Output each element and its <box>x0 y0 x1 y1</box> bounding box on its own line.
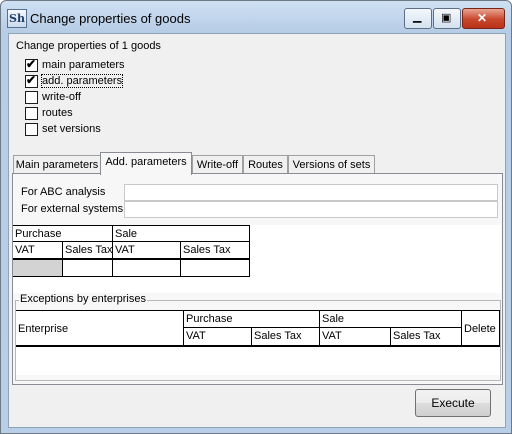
column-header-vat[interactable]: VAT <box>320 328 391 347</box>
check-icon: ✔ <box>26 57 37 71</box>
title-bar[interactable]: Sh Change properties of goods ▁ ▣ ✕ <box>1 1 511 35</box>
column-group-purchase: Purchase <box>13 225 113 242</box>
table-cell[interactable] <box>181 260 250 277</box>
column-header-sales-tax[interactable]: Sales Tax <box>63 242 113 260</box>
column-header-sales-tax[interactable]: Sales Tax <box>181 242 250 260</box>
field-label-external: For external systems <box>21 203 124 215</box>
checkbox-write-off[interactable] <box>25 91 38 104</box>
close-icon: ✕ <box>477 11 488 25</box>
checkbox-add-parameters[interactable]: ✔ <box>25 73 38 88</box>
checkbox-label: add. parameters <box>40 74 124 88</box>
column-header-enterprise[interactable]: Enterprise <box>16 310 184 347</box>
add-parameters-panel: For ABC analysis For external systems Pu… <box>12 173 503 385</box>
tab-main-parameters[interactable]: Main parameters <box>13 155 101 174</box>
exceptions-table[interactable]: Enterprise Purchase Sale Delete VAT Sale… <box>16 310 500 375</box>
column-header-vat[interactable]: VAT <box>13 242 63 260</box>
field-label-abc: For ABC analysis <box>21 186 106 198</box>
column-header-vat[interactable]: VAT <box>184 328 252 347</box>
checkbox-set-versions[interactable] <box>25 123 38 136</box>
table-cell[interactable] <box>13 260 63 277</box>
groupbox-title: Exceptions by enterprises <box>19 293 147 305</box>
column-header-sales-tax[interactable]: Sales Tax <box>391 328 462 347</box>
column-group-sale: Sale <box>113 225 250 242</box>
column-group-purchase: Purchase <box>184 310 320 328</box>
checkbox-label: set versions <box>42 123 101 135</box>
abc-analysis-input[interactable] <box>124 184 498 201</box>
minimize-icon: ▁ <box>413 11 422 23</box>
column-header-delete[interactable]: Delete <box>462 310 500 347</box>
execute-button[interactable]: Execute <box>415 389 491 417</box>
table-cell[interactable] <box>113 260 181 277</box>
column-header-sales-tax[interactable]: Sales Tax <box>252 328 320 347</box>
maximize-icon: ▣ <box>441 12 452 24</box>
checkbox-label: main parameters <box>42 59 125 71</box>
tab-add-parameters[interactable]: Add. parameters <box>100 152 192 175</box>
external-systems-input[interactable] <box>124 201 498 218</box>
column-header-vat[interactable]: VAT <box>113 242 181 260</box>
dialog-body: Change properties of 1 goods ✔ main para… <box>8 33 506 428</box>
table-cell[interactable] <box>63 260 113 277</box>
close-button[interactable]: ✕ <box>462 8 505 29</box>
checkbox-label: routes <box>42 107 73 119</box>
tab-write-off[interactable]: Write-off <box>192 155 243 174</box>
summary-label: Change properties of 1 goods <box>16 40 161 52</box>
checkbox-label: write-off <box>42 91 81 103</box>
check-icon: ✔ <box>26 73 37 87</box>
tab-versions-of-sets[interactable]: Versions of sets <box>288 155 375 174</box>
maximize-button[interactable]: ▣ <box>433 8 461 29</box>
app-icon: Sh <box>7 9 27 28</box>
checkbox-main-parameters[interactable]: ✔ <box>25 57 38 72</box>
tax-table[interactable]: Purchase Sale VAT Sales Tax VAT Sales Ta… <box>13 225 501 293</box>
minimize-button[interactable]: ▁ <box>404 8 432 29</box>
checkbox-routes[interactable] <box>25 107 38 120</box>
tab-routes[interactable]: Routes <box>243 155 288 174</box>
exceptions-groupbox: Exceptions by enterprises Enterprise Pur… <box>15 293 501 381</box>
window-title: Change properties of goods <box>30 11 191 26</box>
column-group-sale: Sale <box>320 310 462 328</box>
dialog-window: Sh Change properties of goods ▁ ▣ ✕ Chan… <box>0 0 512 434</box>
